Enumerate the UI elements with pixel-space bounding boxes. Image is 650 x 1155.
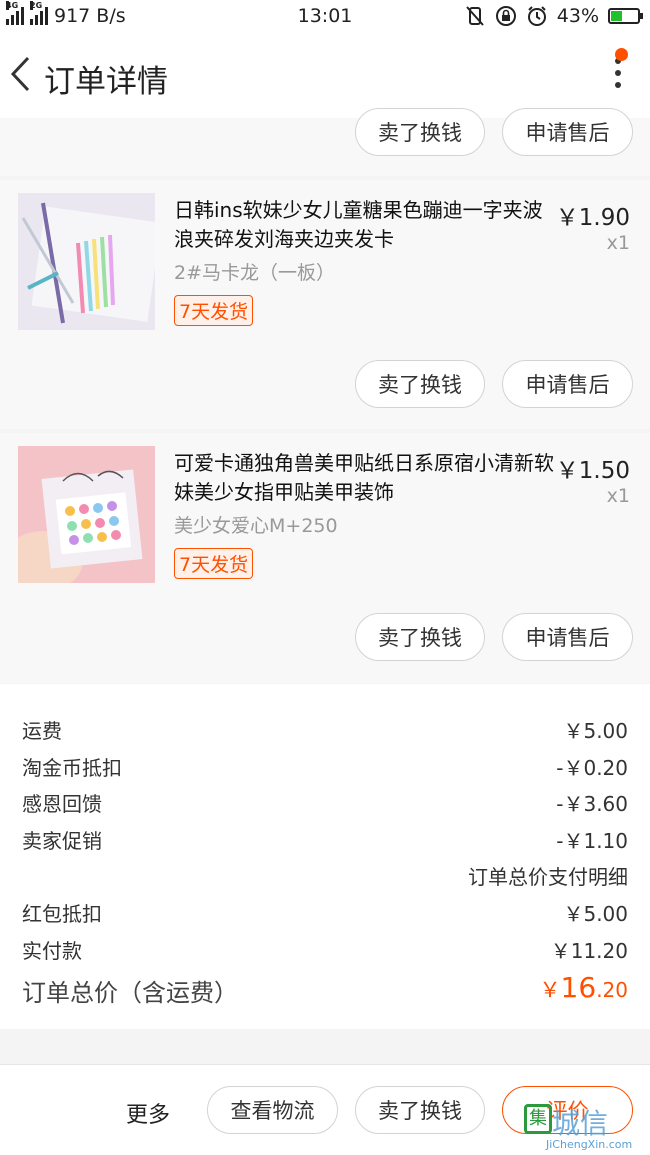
watermark-badge: 集 [524,1104,552,1134]
price-summary: 运费 ￥5.00 淘金币抵扣 -￥0.20 感恩回馈 -￥3.60 卖家促销 -… [0,684,650,1029]
battery-icon [608,8,643,24]
seller-promo-value: -￥1.10 [556,829,628,853]
after-sales-button[interactable]: 申请售后 [502,108,633,156]
shipping-badge: 7天发货 [174,295,254,326]
coin-discount-value: -￥0.20 [556,756,628,780]
product-name[interactable]: 可爱卡通独角兽美甲贴纸日系原宿小清新软妹美少女指甲贴美甲装饰 [174,449,554,507]
product-price: ￥1.90 [555,205,630,231]
nav-bar: 订单详情 [0,34,650,118]
product-image[interactable] [18,193,155,330]
seller-promo-label: 卖家促销 [22,829,102,853]
red-packet-value: ￥5.00 [563,902,628,926]
thanks-discount-label: 感恩回馈 [22,792,102,816]
actual-paid-row: 实付款 ￥11.20 [22,935,628,963]
shipping-fee-row: 运费 ￥5.00 [22,715,628,743]
after-sales-button[interactable]: 申请售后 [502,613,633,661]
sell-button[interactable]: 卖了换钱 [355,108,485,156]
battery-percent: 43% [556,5,599,27]
page-title: 订单详情 [44,64,168,100]
shipping-fee-label: 运费 [22,719,62,743]
order-total-row: 订单总价（含运费） ￥16.20 [22,971,628,1007]
total-integer: 16 [560,971,597,1004]
after-sales-button[interactable]: 申请售后 [502,360,633,408]
seller-promo-row: 卖家促销 -￥1.10 [22,825,628,853]
watermark-text: 城信 [552,1107,609,1140]
shipping-fee-value: ￥5.00 [563,719,628,743]
item-actions-prev: 卖了换钱 申请售后 [0,108,650,176]
product-image[interactable] [18,446,155,583]
product-sku: 2#马卡龙（一板） [174,262,336,284]
view-logistics-button[interactable]: 查看物流 [207,1086,338,1134]
order-total-value: ￥16.20 [540,971,628,1004]
vibrate-off-icon [466,6,484,26]
status-bar: 4G 2G 917 B/s 13:01 43% [0,0,650,34]
coin-discount-row: 淘金币抵扣 -￥0.20 [22,752,628,780]
more-button[interactable]: 更多 [126,1097,170,1129]
watermark-url: JiChengXin.com [546,1138,633,1151]
red-packet-label: 红包抵扣 [22,902,102,926]
total-decimal: .20 [596,978,628,1002]
sell-button[interactable]: 卖了换钱 [355,360,485,408]
red-packet-row: 红包抵扣 ￥5.00 [22,898,628,926]
actual-paid-label: 实付款 [22,939,82,963]
product-sku: 美少女爱心M+250 [174,515,338,537]
sell-button[interactable]: 卖了换钱 [355,1086,485,1134]
back-icon[interactable] [8,54,34,94]
product-qty: x1 [606,232,630,254]
payment-detail-row: 订单总价支付明细 [22,861,628,889]
actual-paid-value: ￥11.20 [550,939,628,963]
currency-symbol: ￥ [539,978,561,1002]
more-menu-icon[interactable] [614,58,622,96]
battery-fill [611,11,623,21]
coin-discount-label: 淘金币抵扣 [22,756,122,780]
thanks-discount-value: -￥3.60 [556,792,628,816]
order-total-label: 订单总价（含运费） [22,979,238,1007]
thanks-discount-row: 感恩回馈 -￥3.60 [22,788,628,816]
product-name[interactable]: 日韩ins软妹少女儿童糖果色蹦迪一字夹波浪夹碎发刘海夹边夹发卡 [174,196,554,254]
status-right: 43% [464,5,643,27]
watermark-logo: 集 城信 JiChengXin.com [520,1102,646,1152]
order-item[interactable]: 日韩ins软妹少女儿童糖果色蹦迪一字夹波浪夹碎发刘海夹边夹发卡 ￥1.90 x1… [0,180,650,429]
notification-dot [615,48,628,61]
payment-detail-link[interactable]: 订单总价支付明细 [468,861,628,890]
product-price: ￥1.50 [555,458,630,484]
alarm-icon [527,6,546,26]
product-qty: x1 [606,485,630,507]
order-item[interactable]: 可爱卡通独角兽美甲贴纸日系原宿小清新软妹美少女指甲贴美甲装饰 ￥1.50 x1 … [0,433,650,683]
sell-button[interactable]: 卖了换钱 [355,613,485,661]
shipping-badge: 7天发货 [174,548,254,579]
rotation-lock-icon [495,6,516,26]
